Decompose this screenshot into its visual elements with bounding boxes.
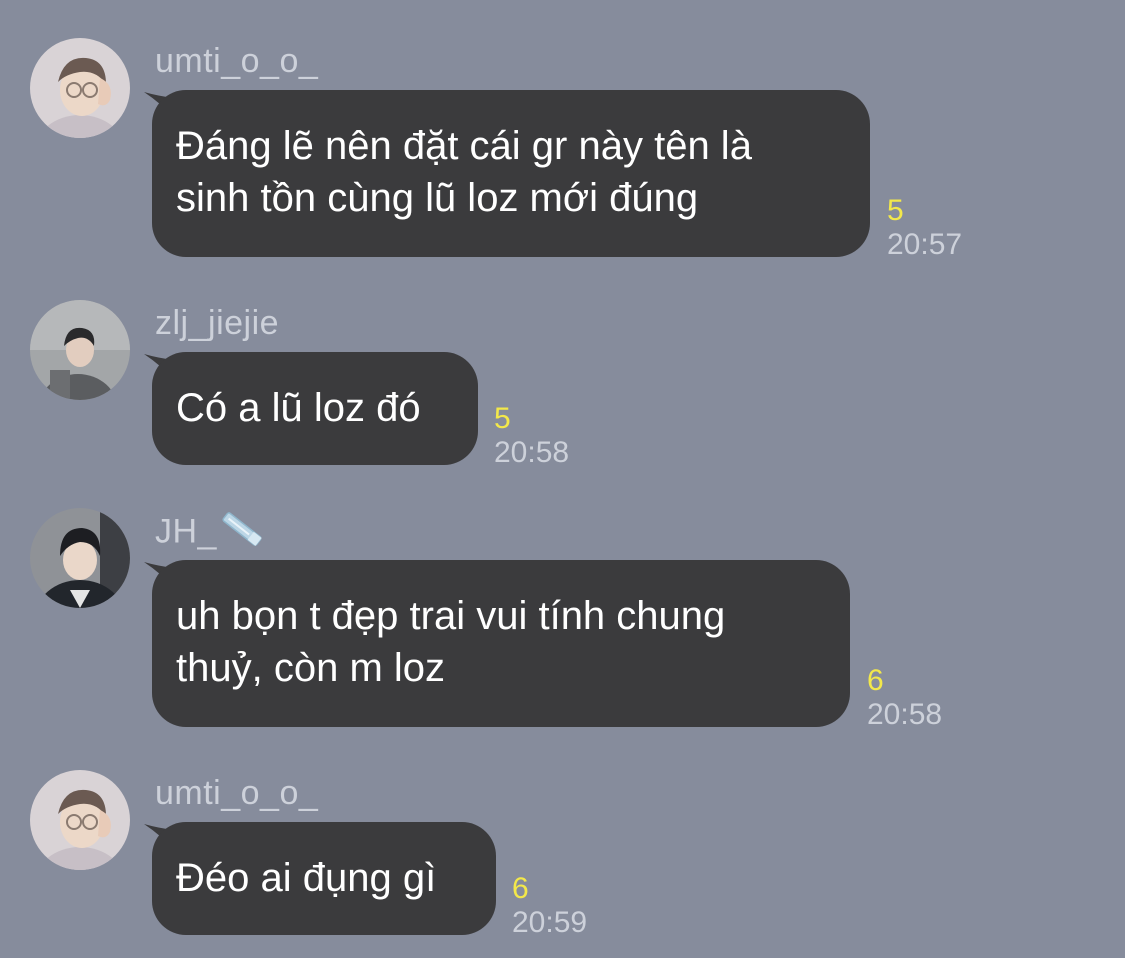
message-time: 20:59 [512, 906, 588, 939]
sender-name: umti_o_o_ [155, 774, 319, 812]
avatar[interactable] [30, 770, 130, 870]
unread-count: 6 [512, 872, 529, 905]
message-bubble[interactable]: Đéo ai đụng gì [152, 822, 496, 935]
message-row: umti_o_o_ Đéo ai đụng gì 6 20:59 [0, 0, 1125, 958]
message-text-line: Đéo ai đụng gì [176, 856, 437, 900]
message-meta: 6 20:59 [512, 872, 587, 940]
